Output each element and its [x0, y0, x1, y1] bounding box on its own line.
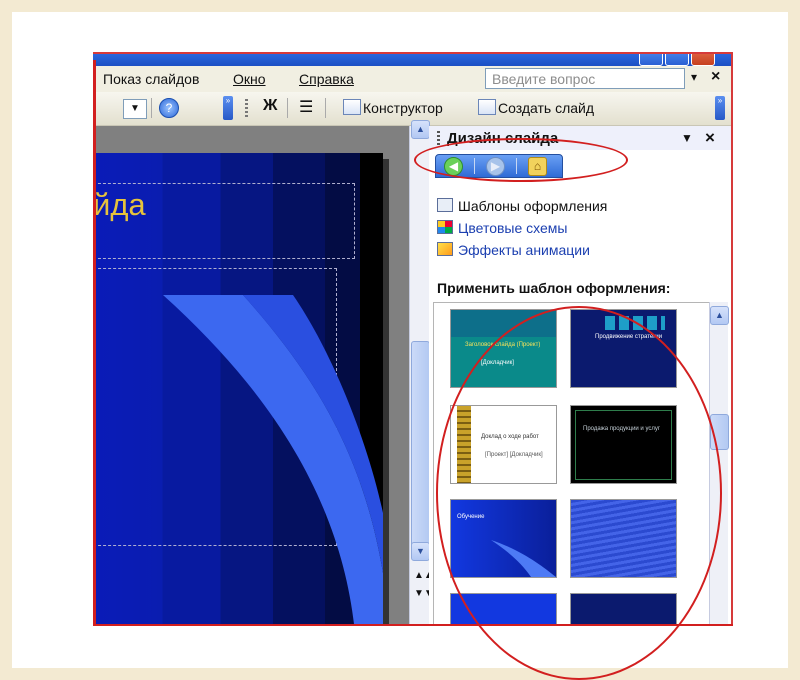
annotation-line-top [93, 52, 733, 54]
chevron-down-icon[interactable]: ▾ [691, 70, 697, 84]
annotation-ellipse-gallery [436, 306, 722, 680]
close-icon[interactable]: × [705, 128, 715, 148]
toolbar-separator [287, 98, 288, 118]
scroll-down-icon[interactable]: ▼ [411, 542, 430, 561]
window-close-button[interactable] [691, 52, 715, 66]
scrollbar-thumb[interactable] [411, 341, 430, 548]
toolbar-separator [151, 98, 152, 118]
scroll-up-icon[interactable]: ▲ [411, 120, 430, 139]
designer-button[interactable]: Конструктор [343, 99, 443, 116]
minimize-button[interactable] [639, 52, 663, 66]
animation-effects-icon [437, 242, 453, 256]
menu-window[interactable]: Окно [233, 71, 266, 87]
slide-shadow [383, 159, 389, 626]
new-slide-icon [478, 99, 496, 115]
toolbar-handle[interactable] [245, 99, 248, 117]
menu-help[interactable]: Справка [299, 71, 354, 87]
slide-curve-decoration [163, 295, 383, 626]
align-text-icon[interactable]: ☰ [299, 97, 313, 117]
new-slide-button[interactable]: Создать слайд [478, 99, 594, 116]
menu-slideshow[interactable]: Показ слайдов [103, 71, 199, 87]
designer-icon [343, 99, 361, 115]
apply-template-label: Применить шаблон оформления: [437, 280, 671, 296]
toolbar-options-grip[interactable]: » [223, 96, 233, 120]
color-schemes-icon [437, 220, 453, 234]
bold-button[interactable]: Ж [263, 97, 277, 115]
close-icon[interactable]: × [711, 68, 720, 86]
window-title-bar [93, 52, 731, 66]
ask-question-input[interactable]: Введите вопрос [485, 68, 685, 89]
annotation-ellipse-pane-title [414, 138, 628, 182]
animation-effects-link[interactable]: Эффекты анимации [437, 242, 590, 258]
slide-canvas[interactable]: йда [93, 153, 383, 626]
templates-icon [437, 198, 453, 212]
design-templates-link[interactable]: Шаблоны оформления [437, 198, 607, 214]
toolbar-separator [325, 98, 326, 118]
help-icon[interactable]: ? [159, 98, 179, 118]
chevron-down-icon[interactable]: ▼ [123, 99, 147, 119]
slide-workspace: йда [93, 126, 409, 626]
toolbar-options-grip[interactable]: » [715, 96, 725, 120]
color-schemes-link[interactable]: Цветовые схемы [437, 220, 568, 236]
task-pane-menu-icon[interactable]: ▼ [681, 131, 693, 145]
slide-vertical-scrollbar[interactable]: ▲ ▼ ▲▲ ▼▼ [409, 120, 434, 626]
maximize-button[interactable] [665, 52, 689, 66]
annotation-line-left [93, 60, 96, 626]
menu-bar: Показ слайдов Окно Справка Введите вопро… [93, 66, 731, 92]
scroll-up-icon[interactable]: ▲ [710, 306, 729, 325]
